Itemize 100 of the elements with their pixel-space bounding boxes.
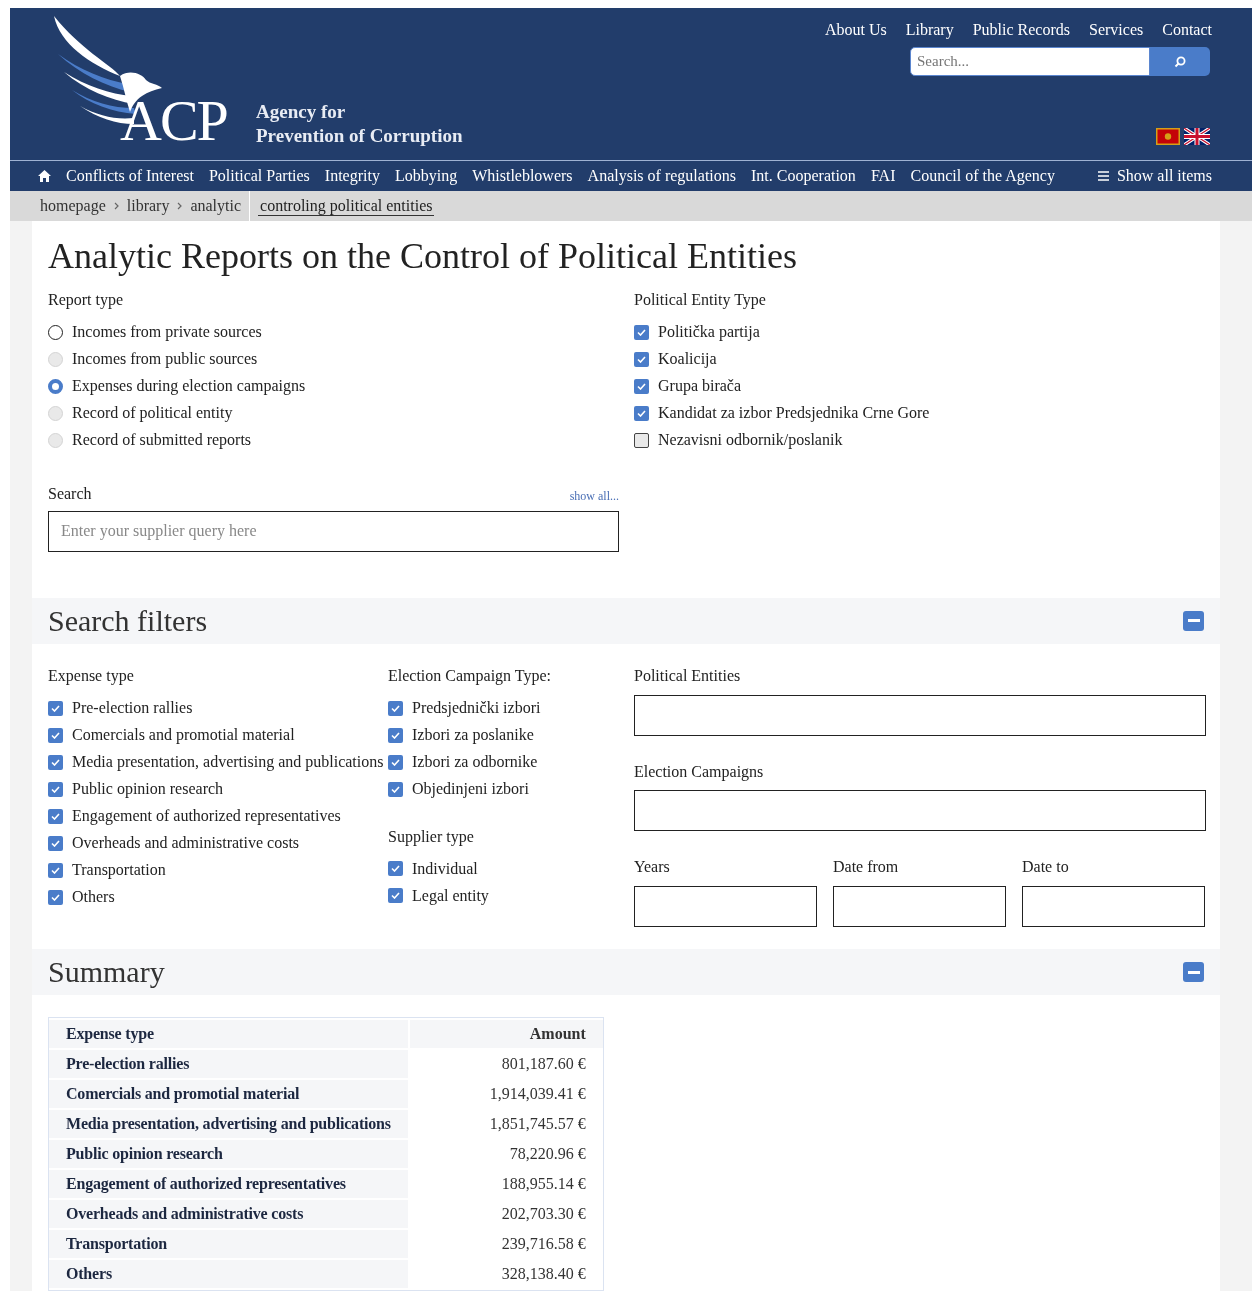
top-nav-link[interactable]: Contact <box>1162 18 1212 42</box>
main-nav-link[interactable]: Whistleblowers <box>472 164 573 188</box>
table-cell: Engagement of authorized representatives <box>49 1170 410 1199</box>
check-icon <box>51 758 60 766</box>
checkbox[interactable] <box>388 888 403 904</box>
check-icon <box>391 785 400 793</box>
main-nav-link[interactable]: Political Parties <box>208 164 310 188</box>
breadcrumb-link[interactable]: analytic <box>190 194 242 218</box>
check-icon <box>637 383 646 390</box>
input-field[interactable] <box>1022 886 1205 928</box>
checkbox[interactable] <box>388 754 403 770</box>
check-icon <box>51 839 60 847</box>
field-label: Election Campaign Type: <box>388 665 552 687</box>
check-icon <box>51 866 60 874</box>
search-field[interactable]: Search... <box>910 47 1150 76</box>
main-nav-link[interactable]: Council of the Agency <box>910 164 1055 188</box>
menu-icon <box>1097 171 1109 181</box>
main-nav-link[interactable]: Integrity <box>324 164 380 188</box>
radio-label: Incomes from public sources <box>72 349 258 370</box>
table-cell-text: 328,138.40 € <box>500 1264 587 1285</box>
main-nav-link[interactable]: Lobbying <box>394 164 458 188</box>
checkbox[interactable] <box>388 700 403 716</box>
breadcrumb-link[interactable]: library <box>126 194 170 218</box>
show-all-link[interactable]: Show all items <box>1097 164 1212 188</box>
checkbox[interactable] <box>48 889 63 905</box>
column-header: Expense type <box>49 1020 410 1049</box>
checkbox-label: Comercials and promotial material <box>72 725 295 746</box>
main-nav-link[interactable]: Analysis of regulations <box>587 164 736 188</box>
check-icon <box>391 892 400 900</box>
table-cell-text: 202,703.30 € <box>500 1204 587 1225</box>
check-icon <box>51 731 60 739</box>
checkbox-label: Politička partija <box>658 322 760 343</box>
home-link[interactable] <box>38 170 51 182</box>
field-label: Search <box>48 484 92 504</box>
top-nav-link[interactable]: Public Records <box>972 18 1071 42</box>
input-field[interactable] <box>634 886 817 928</box>
logo-subtitle: Prevention of Corruption <box>256 126 463 145</box>
checkbox[interactable] <box>388 861 403 877</box>
radio-button[interactable] <box>48 379 63 394</box>
checkbox-label: Objedinjeni izbori <box>412 779 529 800</box>
table-cell-text: 78,220.96 € <box>508 1144 587 1165</box>
collapse-button[interactable] <box>1183 610 1204 631</box>
checkbox[interactable] <box>634 379 649 394</box>
checkbox-label: Overheads and administrative costs <box>72 833 300 854</box>
table-cell: Comercials and promotial material <box>49 1080 410 1109</box>
checkbox[interactable] <box>48 727 63 743</box>
checkbox[interactable] <box>388 781 403 797</box>
chevron-icon <box>177 202 183 210</box>
check-icon <box>391 758 400 766</box>
table-cell: Others <box>49 1260 410 1289</box>
check-icon <box>637 356 646 363</box>
breadcrumb-link[interactable]: homepage <box>40 194 106 218</box>
field-label: Political Entities <box>634 665 742 686</box>
checkbox[interactable] <box>634 352 649 367</box>
checkbox[interactable] <box>48 808 63 824</box>
checkbox[interactable] <box>48 862 63 878</box>
checkbox-label: Izbori za odbornike <box>412 752 538 773</box>
field-label: Political Entity Type <box>634 290 767 311</box>
input-field[interactable] <box>833 886 1006 928</box>
table-cell-text: 239,716.58 € <box>500 1234 587 1255</box>
checkbox[interactable] <box>634 325 649 340</box>
checkbox[interactable] <box>48 700 63 716</box>
main-nav-link[interactable]: Int. Cooperation <box>751 164 856 188</box>
check-icon <box>51 785 60 793</box>
check-icon <box>51 704 60 712</box>
radio-button[interactable] <box>48 325 63 340</box>
check-icon <box>391 704 400 712</box>
field-label: Report type <box>48 290 125 311</box>
search-field[interactable]: Enter your supplier query here <box>48 510 619 552</box>
field-label: Date to <box>1022 857 1070 878</box>
check-icon <box>391 865 400 873</box>
checkbox[interactable] <box>634 433 649 448</box>
checkbox[interactable] <box>48 781 63 797</box>
top-nav-link[interactable]: About Us <box>824 18 887 42</box>
checkbox[interactable] <box>388 727 403 743</box>
show-all-link[interactable]: show all... <box>569 486 619 505</box>
checkbox[interactable] <box>48 754 63 770</box>
main-nav-link[interactable]: Conflicts of Interest <box>66 164 194 188</box>
field-label: Election Campaigns <box>634 761 765 783</box>
table-cell: Media presentation, advertising and publications <box>49 1110 410 1139</box>
flag-icon[interactable] <box>1184 128 1210 145</box>
table-cell-text: 1,851,745.57 € <box>488 1114 587 1135</box>
minus-icon <box>1187 619 1200 623</box>
check-icon <box>637 329 646 336</box>
checkbox-label: Public opinion research <box>72 779 224 800</box>
field-label: Years <box>634 857 671 878</box>
checkbox[interactable] <box>634 406 649 421</box>
collapse-button[interactable] <box>1183 962 1204 983</box>
main-nav-link[interactable]: FAI <box>870 164 896 188</box>
checkbox[interactable] <box>48 835 63 851</box>
minus-icon <box>1187 970 1200 974</box>
input-field[interactable] <box>634 790 1206 832</box>
field-label: Supplier type <box>388 826 475 848</box>
table-cell: Public opinion research <box>49 1140 410 1169</box>
checkbox-label: Engagement of authorized representatives <box>72 806 341 827</box>
top-nav-link[interactable]: Services <box>1089 18 1144 42</box>
top-nav-link[interactable]: Library <box>905 18 954 42</box>
input-field[interactable] <box>634 694 1206 736</box>
radio-label: Record of political entity <box>72 403 233 424</box>
search-button[interactable] <box>1150 47 1210 76</box>
